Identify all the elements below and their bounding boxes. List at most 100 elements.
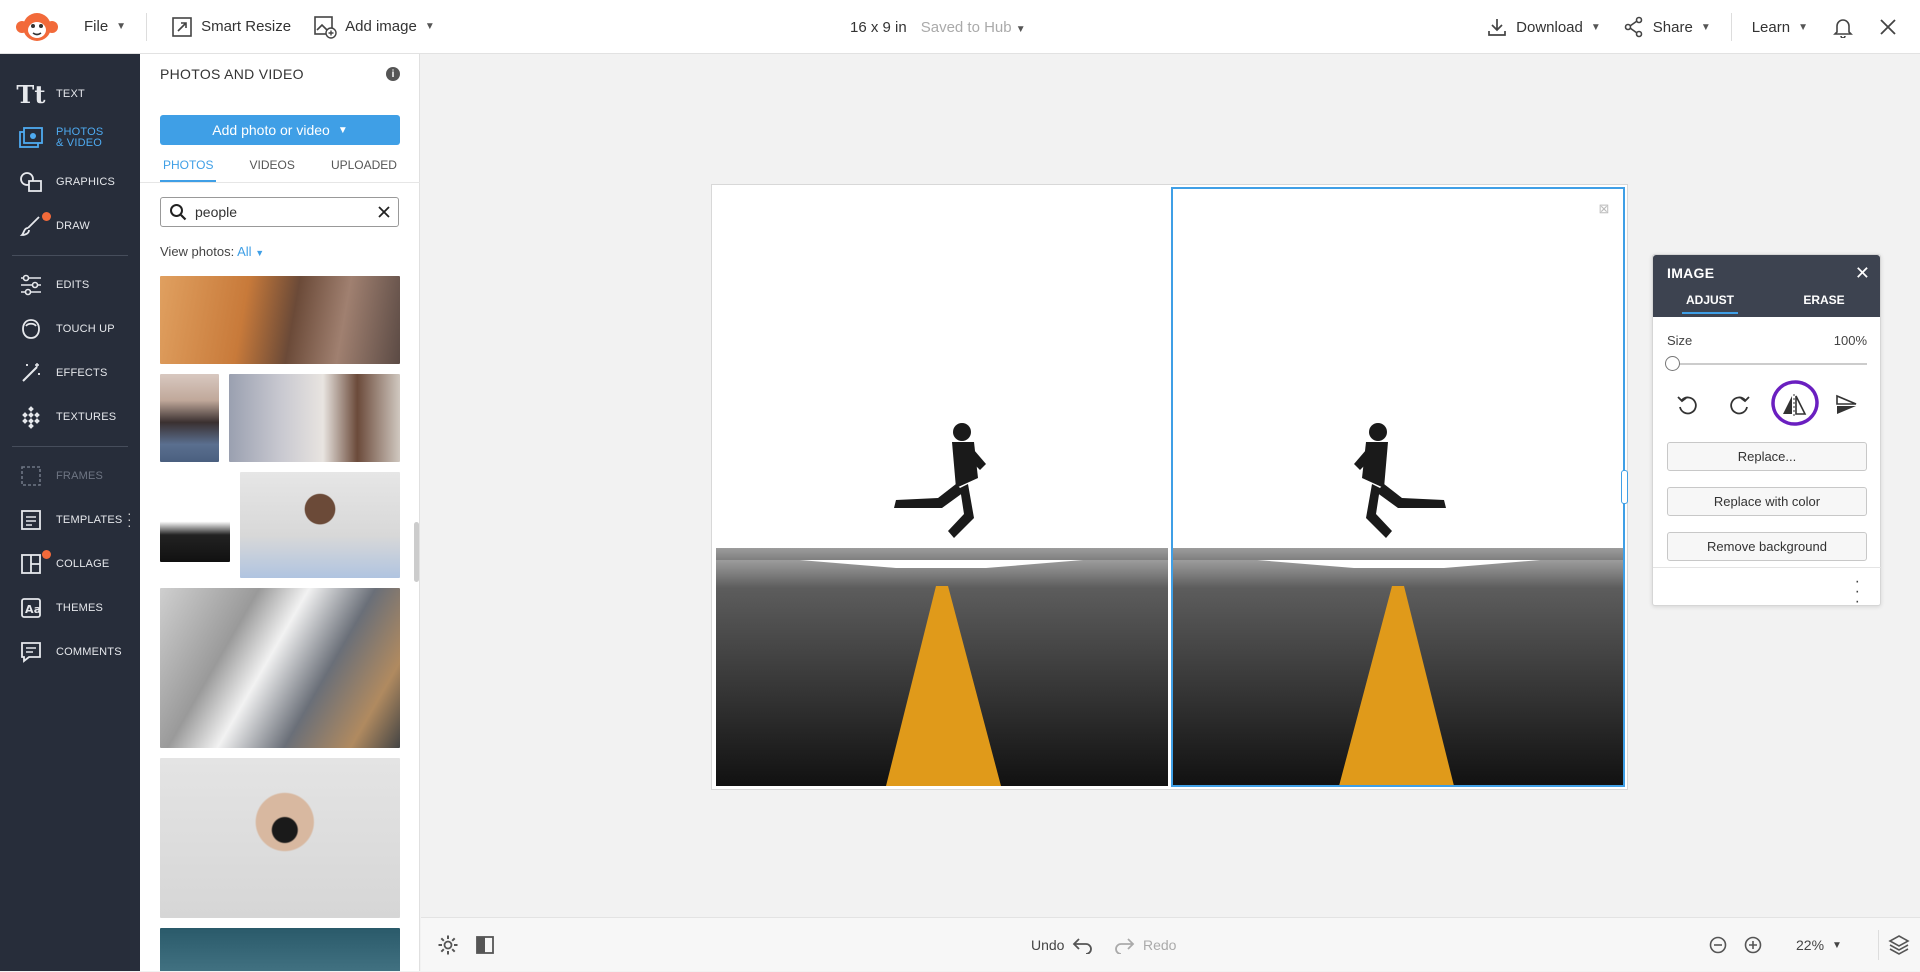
rail-item-comments[interactable]: COMMENTS	[0, 630, 140, 674]
rail-item-label: TEXT	[56, 88, 85, 100]
selection-box	[1171, 187, 1625, 787]
zoom-out-button[interactable]	[1709, 918, 1727, 972]
rail-item-edits[interactable]: EDITS	[0, 263, 140, 307]
settings-button[interactable]	[437, 918, 459, 972]
photo-thumbnail[interactable]	[160, 374, 219, 462]
download-label: Download	[1516, 18, 1583, 36]
tab-adjust-label: ADJUST	[1681, 293, 1738, 314]
compare-button[interactable]	[475, 918, 495, 972]
replace-button[interactable]: Replace...	[1667, 442, 1867, 471]
download-button[interactable]: Download ▼	[1486, 0, 1601, 54]
close-icon	[1880, 19, 1896, 35]
rail-item-effects[interactable]: EFFECTS	[0, 351, 140, 395]
tools-rail: Tt TEXT PHOTOS & VIDEO GRAPHICS DRAW EDIT…	[0, 54, 140, 971]
notifications-button[interactable]	[1832, 0, 1854, 54]
image-properties-panel: IMAGE ✕ ADJUST ERASE Size 100% Replace..…	[1652, 254, 1882, 610]
add-image-menu[interactable]: Add image ▼	[313, 0, 435, 54]
image-panel-header: IMAGE ✕ ADJUST ERASE	[1653, 255, 1880, 317]
chevron-down-icon: ▼	[337, 124, 348, 136]
share-button[interactable]: Share ▼	[1623, 0, 1711, 54]
brush-icon	[18, 213, 44, 239]
rail-item-textures[interactable]: TEXTURES	[0, 395, 140, 439]
zoom-in-button[interactable]	[1744, 918, 1762, 972]
rail-item-label: COLLAGE	[56, 558, 110, 570]
rail-item-photos-video[interactable]: PHOTOS & VIDEO	[0, 116, 140, 160]
rail-item-graphics[interactable]: GRAPHICS	[0, 160, 140, 204]
size-slider-track[interactable]	[1671, 363, 1867, 365]
flip-vertical-button[interactable]	[1827, 385, 1867, 425]
info-icon[interactable]: i	[386, 67, 400, 81]
undo-icon	[1073, 938, 1093, 954]
photo-thumbnail[interactable]	[160, 472, 230, 562]
tab-photos[interactable]: PHOTOS	[160, 158, 217, 182]
learn-menu[interactable]: Learn ▼	[1752, 0, 1808, 54]
rail-item-label: TEXTURES	[56, 411, 117, 423]
layers-icon	[1888, 935, 1910, 955]
undo-button[interactable]: Undo	[1031, 918, 1094, 972]
rail-item-themes[interactable]: Aa THEMES	[0, 586, 140, 630]
search-icon	[170, 204, 187, 221]
rail-item-draw[interactable]: DRAW	[0, 204, 140, 248]
size-slider-handle[interactable]	[1665, 356, 1680, 371]
graphics-icon	[18, 169, 44, 195]
rail-item-templates[interactable]: TEMPLATES · · ·	[0, 498, 140, 542]
redo-icon	[1115, 938, 1135, 954]
add-photo-button[interactable]: Add photo or video ▼	[160, 115, 400, 145]
layers-button[interactable]	[1888, 918, 1910, 972]
image-panel-tabs: ADJUST ERASE	[1653, 293, 1882, 317]
resize-handle[interactable]	[1621, 470, 1628, 504]
tab-erase[interactable]: ERASE	[1767, 293, 1881, 317]
resize-icon	[172, 16, 192, 37]
replace-with-color-button[interactable]: Replace with color	[1667, 487, 1867, 516]
photo-thumbnail[interactable]	[229, 374, 400, 462]
canvas-image-original[interactable]	[716, 188, 1168, 786]
view-photos-dropdown[interactable]: All ▼	[237, 244, 264, 259]
panel-scrollbar[interactable]	[414, 522, 419, 582]
zoom-out-icon	[1709, 936, 1727, 954]
document-info: 16 x 9 in Saved to Hub ▼	[850, 0, 1026, 54]
remove-background-button[interactable]: Remove background	[1667, 532, 1867, 561]
rotate-left-button[interactable]	[1667, 385, 1707, 425]
notification-dot	[42, 550, 51, 559]
photo-thumbnail[interactable]	[160, 276, 400, 364]
picmonkey-logo-icon[interactable]	[10, 0, 64, 54]
zoom-level-dropdown[interactable]: 22% ▼	[1796, 918, 1842, 972]
photo-thumbnail[interactable]	[160, 588, 400, 748]
clear-search-icon[interactable]	[378, 206, 390, 218]
rotate-right-button[interactable]	[1720, 385, 1760, 425]
undo-label: Undo	[1031, 937, 1065, 953]
rail-item-collage[interactable]: COLLAGE	[0, 542, 140, 586]
file-menu[interactable]: File ▼	[84, 0, 126, 54]
sliders-icon	[18, 272, 44, 298]
view-photos-label: View photos:	[160, 244, 235, 259]
rail-item-frames[interactable]: FRAMES	[0, 454, 140, 498]
search-input[interactable]: people	[160, 197, 399, 227]
delete-layer-icon[interactable]: ⊠	[1597, 202, 1611, 216]
rail-item-label-line2: & VIDEO	[56, 137, 103, 149]
close-editor-button[interactable]	[1878, 0, 1898, 54]
save-status[interactable]: Saved to Hub ▼	[921, 19, 1026, 36]
more-options-icon[interactable]: · · ·	[1855, 574, 1860, 610]
share-label: Share	[1652, 18, 1693, 36]
bottom-divider	[1878, 930, 1879, 960]
flip-horizontal-button[interactable]	[1770, 380, 1819, 426]
close-icon[interactable]: ✕	[1855, 263, 1870, 284]
tab-adjust[interactable]: ADJUST	[1653, 293, 1767, 317]
rail-item-label: GRAPHICS	[56, 176, 116, 188]
collage-icon	[18, 551, 44, 577]
photo-thumbnail[interactable]	[160, 758, 400, 918]
photo-thumbnail[interactable]	[160, 928, 400, 971]
photos-icon	[18, 125, 44, 151]
tab-videos[interactable]: VIDEOS	[247, 158, 298, 182]
rail-item-text[interactable]: Tt TEXT	[0, 72, 140, 116]
more-vertical-icon[interactable]: · · ·	[127, 506, 132, 532]
size-row: Size 100%	[1667, 333, 1867, 348]
rail-item-touch-up[interactable]: TOUCH UP	[0, 307, 140, 351]
photo-thumbnail[interactable]	[240, 472, 400, 578]
bell-icon	[1833, 19, 1853, 38]
smart-resize-button[interactable]: Smart Resize	[171, 0, 291, 54]
photos-panel: PHOTOS AND VIDEO i Add photo or video ▼ …	[140, 54, 420, 971]
tab-uploaded[interactable]: UPLOADED	[328, 158, 400, 182]
redo-button[interactable]: Redo	[1113, 918, 1176, 972]
save-status-label: Saved to Hub	[920, 18, 1012, 36]
